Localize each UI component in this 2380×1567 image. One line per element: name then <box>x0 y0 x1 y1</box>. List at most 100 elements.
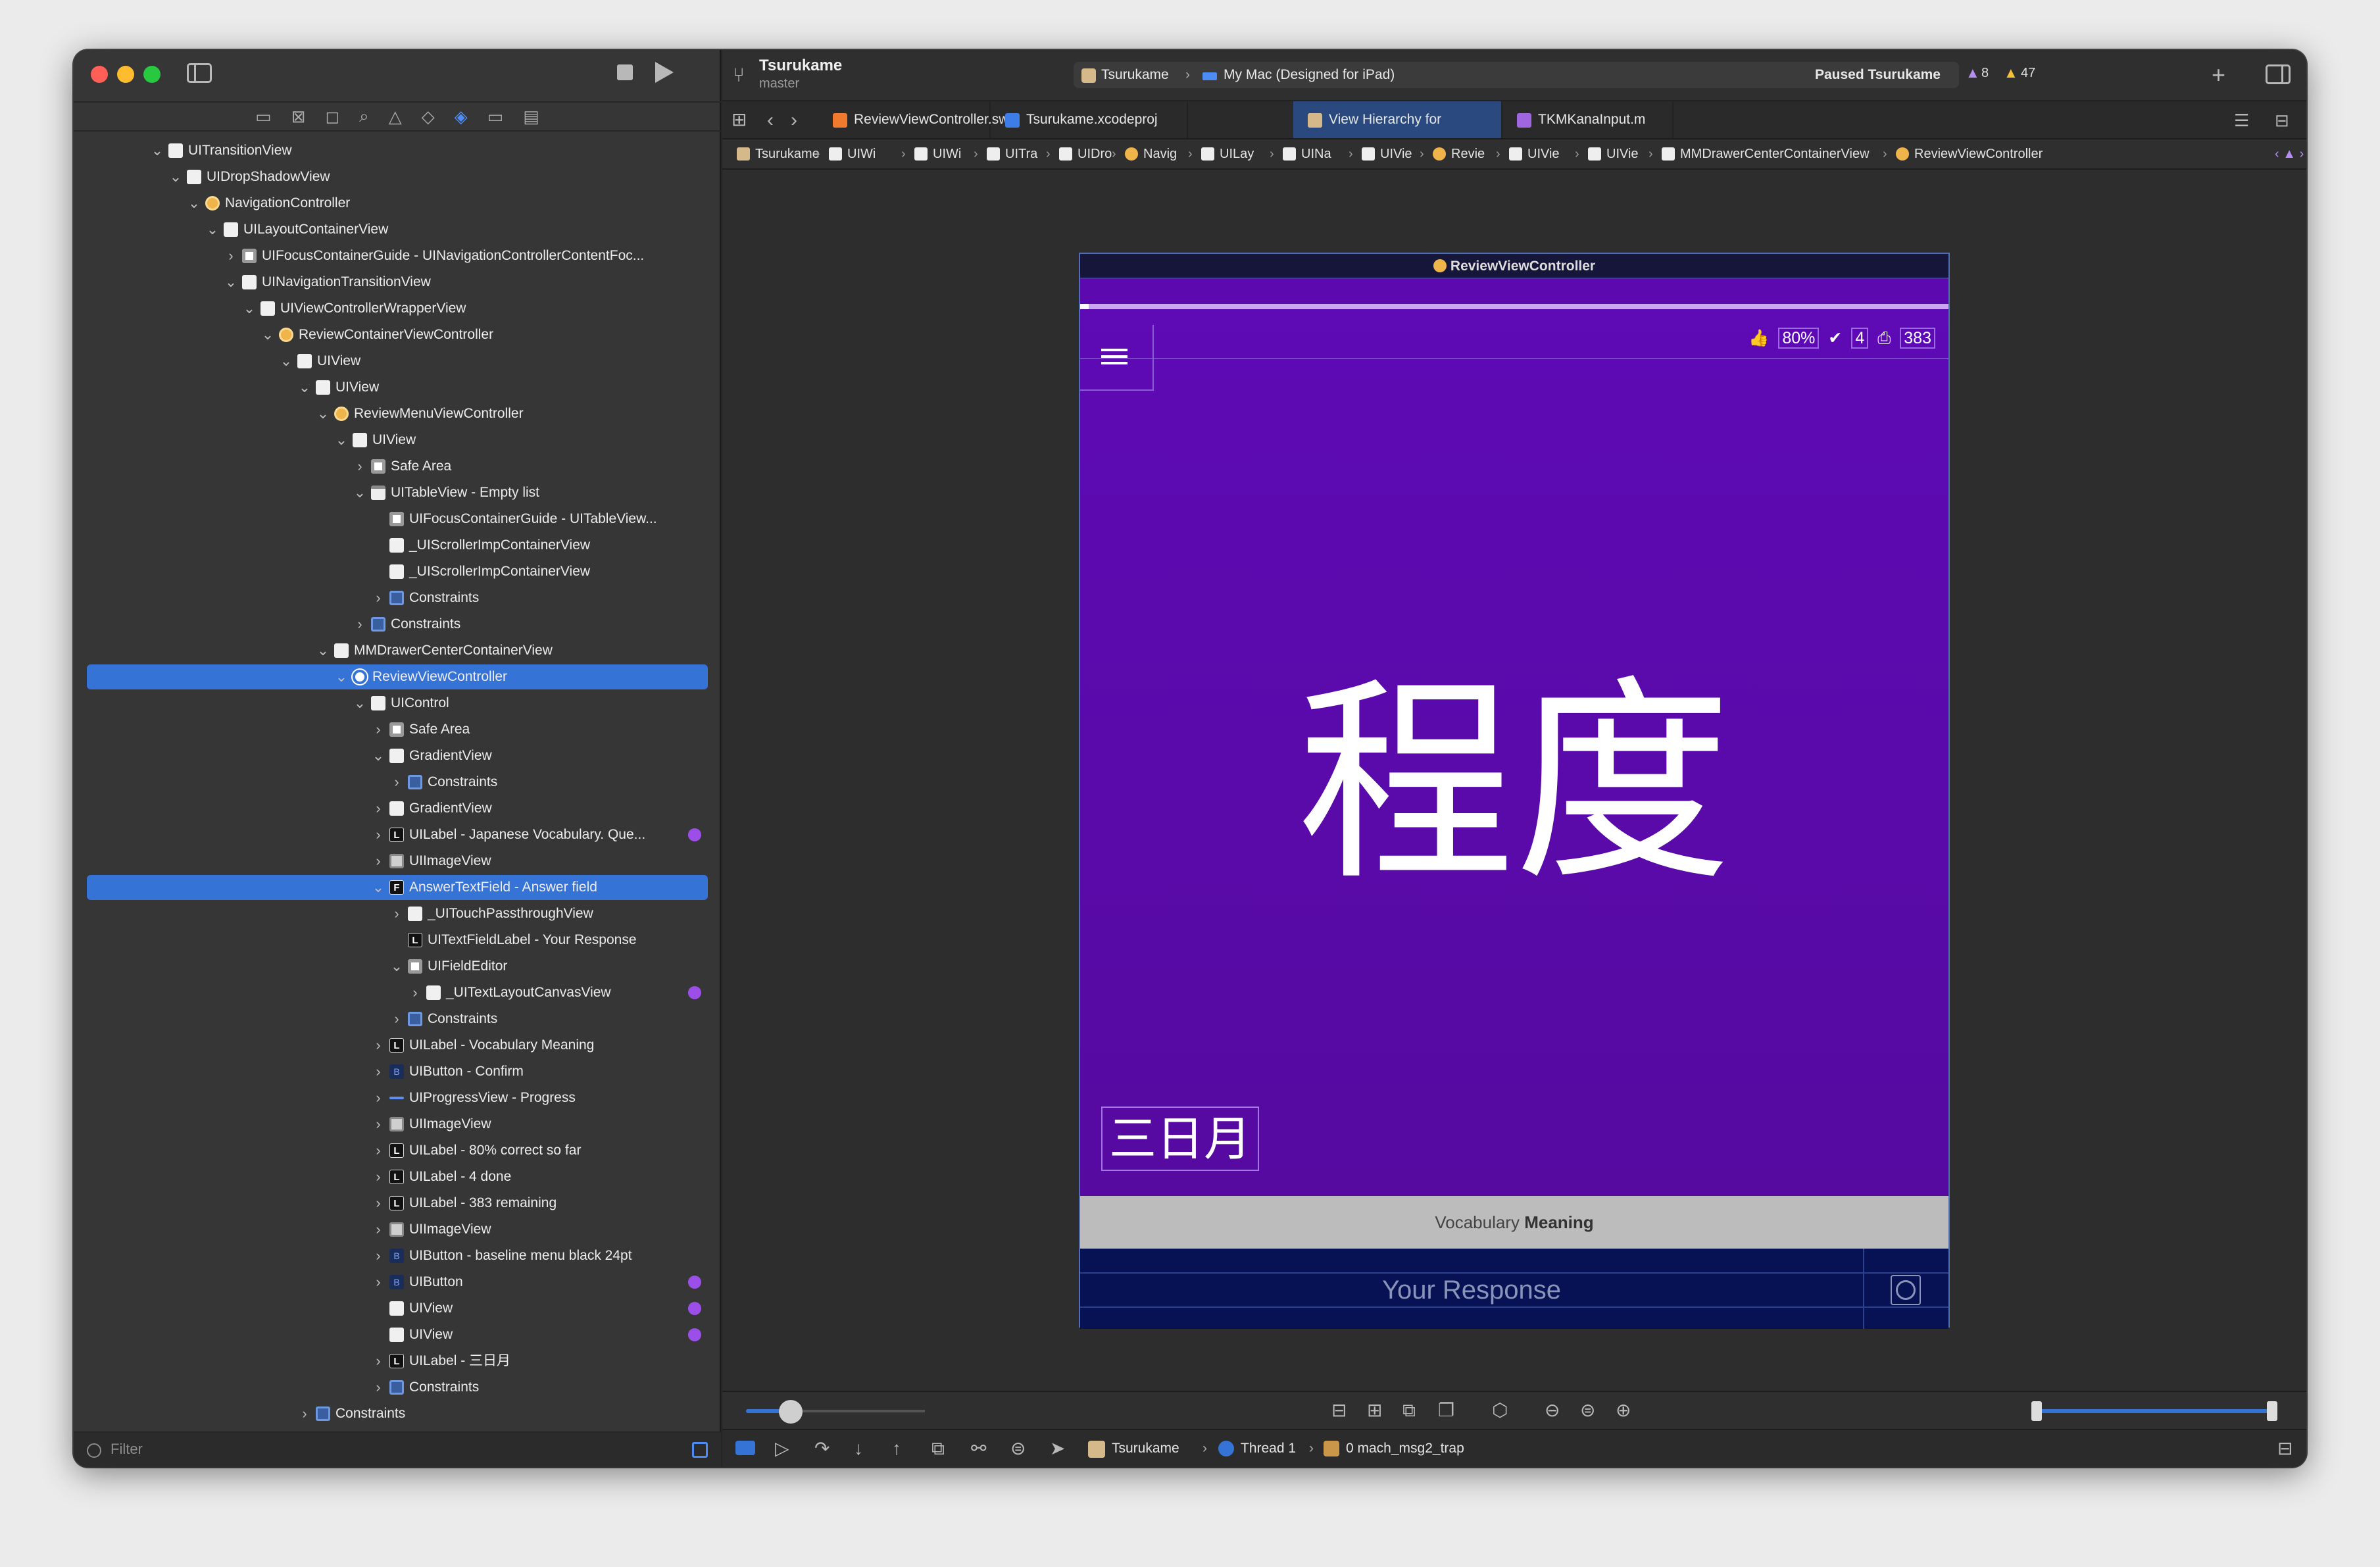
tree-row[interactable]: ⌄ UITableView - Empty list <box>87 480 708 505</box>
tree-row[interactable]: ⌄ ReviewContainerViewController <box>87 322 708 347</box>
tree-row[interactable]: › Constraints <box>87 1375 708 1400</box>
disclosure-open-icon[interactable]: ⌄ <box>150 138 164 163</box>
jump-bar-item[interactable]: UIDro <box>1078 139 1112 168</box>
tree-row[interactable]: ⌄ UIControl <box>87 691 708 716</box>
tree-row[interactable]: › L UILabel - 三日月 <box>87 1349 708 1374</box>
disclosure-closed-icon[interactable]: › <box>371 1085 385 1110</box>
scheme-activity-bar[interactable]: Tsurukame › My Mac (Designed for iPad) P… <box>1074 62 1959 88</box>
tree-row[interactable]: › B UIButton - baseline menu black 24pt <box>87 1243 708 1268</box>
disclosure-open-icon[interactable]: ⌄ <box>205 217 220 242</box>
step-out-icon[interactable]: ↑ <box>892 1439 901 1458</box>
disclosure-closed-icon[interactable]: › <box>297 1401 312 1426</box>
menu-button[interactable] <box>1080 325 1154 391</box>
test-icon[interactable]: ◇ <box>422 107 435 127</box>
console-toggle-icon[interactable]: ⊟ <box>2277 1439 2293 1458</box>
disclosure-closed-icon[interactable]: › <box>389 901 404 926</box>
jump-bar-item[interactable]: UIVie <box>1606 139 1639 168</box>
scheme-name[interactable]: Tsurukame <box>1101 62 1169 88</box>
tree-row[interactable]: › Constraints <box>87 612 708 637</box>
tree-row[interactable]: ⌄ ReviewViewController <box>87 664 708 689</box>
disclosure-open-icon[interactable]: ⌄ <box>168 164 183 189</box>
error-count[interactable]: 8 <box>1981 66 1989 81</box>
disclosure-open-icon[interactable]: ⌄ <box>353 480 367 505</box>
tree-row[interactable]: ⌄ UILayoutContainerView <box>87 217 708 242</box>
disclosure-open-icon[interactable]: ⌄ <box>371 875 385 900</box>
forward-icon[interactable]: › <box>791 111 797 130</box>
jump-bar-item[interactable]: MMDrawerCenterContainerView <box>1680 139 1870 168</box>
disclosure-closed-icon[interactable]: › <box>371 1191 385 1216</box>
back-icon[interactable]: ‹ <box>767 111 774 130</box>
tree-row[interactable]: › L UILabel - 80% correct so far <box>87 1138 708 1163</box>
jump-bar-item[interactable]: ReviewViewController <box>1914 139 2043 168</box>
runtime-issue-icon[interactable] <box>688 1302 701 1315</box>
tree-row[interactable]: › L UILabel - 4 done <box>87 1164 708 1189</box>
disclosure-closed-icon[interactable]: › <box>353 454 367 479</box>
disclosure-closed-icon[interactable]: › <box>371 1164 385 1189</box>
disclosure-closed-icon[interactable]: › <box>353 612 367 637</box>
warning-icon[interactable]: △ <box>389 107 402 127</box>
tree-row[interactable]: › B UIButton - Confirm <box>87 1059 708 1084</box>
tree-row[interactable]: UIView <box>87 1296 708 1321</box>
disclosure-closed-icon[interactable]: › <box>371 585 385 610</box>
tree-row[interactable]: › UIImageView <box>87 1112 708 1137</box>
disclosure-closed-icon[interactable]: › <box>408 980 422 1005</box>
disclosure-open-icon[interactable]: ⌄ <box>334 428 349 453</box>
clip-content-icon[interactable]: ⊟ <box>1331 1401 1347 1420</box>
tree-row[interactable]: › _UITextLayoutCanvasView <box>87 980 708 1005</box>
disclosure-closed-icon[interactable]: › <box>224 243 238 268</box>
tree-row[interactable]: › Constraints <box>87 1007 708 1032</box>
jump-bar-item[interactable]: Navig <box>1143 139 1177 168</box>
tree-row[interactable]: _UIScrollerImpContainerView <box>87 559 708 584</box>
tree-row[interactable]: ⌄ UINavigationTransitionView <box>87 270 708 295</box>
tree-row[interactable]: › GradientView <box>87 796 708 821</box>
jump-bar-item[interactable]: Revie <box>1451 139 1485 168</box>
disclosure-open-icon[interactable]: ⌄ <box>279 349 293 374</box>
location-icon[interactable]: ➤ <box>1050 1439 1065 1458</box>
debug-frame[interactable]: 0 mach_msg2_trap <box>1346 1430 1464 1467</box>
tree-row[interactable]: ⌄ UIFieldEditor <box>87 954 708 979</box>
jump-bar-item[interactable]: UIVie <box>1527 139 1560 168</box>
orient-3d-icon[interactable]: ⬡ <box>1492 1401 1508 1420</box>
disclosure-open-icon[interactable]: ⌄ <box>187 191 201 216</box>
tree-row[interactable]: › L UILabel - 383 remaining <box>87 1191 708 1216</box>
review-screen-snapshot[interactable]: ReviewViewController 👍 80% ✔ 4 ⎙ 383 程度 <box>1079 253 1950 1329</box>
disclosure-open-icon[interactable]: ⌄ <box>389 954 404 979</box>
debug-scheme[interactable]: Tsurukame <box>1112 1430 1179 1467</box>
spacing-slider-track[interactable] <box>787 1410 925 1412</box>
tree-row[interactable]: ⌄ UIView <box>87 375 708 400</box>
tree-row[interactable]: › Constraints <box>87 770 708 795</box>
disclosure-closed-icon[interactable]: › <box>389 1007 404 1032</box>
editor-tab[interactable]: TKMKanaInput.m <box>1502 101 1673 138</box>
destination-name[interactable]: My Mac (Designed for iPad) <box>1224 62 1395 88</box>
jump-bar-item[interactable]: UIVie <box>1380 139 1412 168</box>
disclosure-open-icon[interactable]: ⌄ <box>260 322 275 347</box>
zoom-in-icon[interactable]: ⊕ <box>1616 1401 1631 1420</box>
report-icon[interactable]: ▤ <box>523 107 539 127</box>
tree-row[interactable]: ⌄ GradientView <box>87 743 708 768</box>
range-slider-max-handle[interactable] <box>2267 1401 2277 1421</box>
filter-input[interactable]: Filter <box>111 1441 143 1458</box>
tree-row[interactable]: › Constraints <box>87 585 708 610</box>
memory-graph-icon[interactable]: ⚯ <box>971 1439 986 1458</box>
disclosure-open-icon[interactable]: ⌄ <box>316 638 330 663</box>
jump-bar-item[interactable]: Tsurukame <box>755 139 820 168</box>
minimize-window-button[interactable] <box>117 66 134 83</box>
answer-text-field[interactable]: Your Response <box>1080 1272 1863 1308</box>
add-icon[interactable]: + <box>2212 63 2225 87</box>
tree-row[interactable]: L UITextFieldLabel - Your Response <box>87 928 708 953</box>
editor-tab[interactable]: View Hierarchy for Tsurukame <box>1293 101 1502 164</box>
grid-icon[interactable]: ⊞ <box>731 111 747 129</box>
show-constraints-icon[interactable]: ⊞ <box>1367 1401 1382 1420</box>
run-button[interactable] <box>655 62 674 83</box>
jump-bar-item[interactable]: UILay <box>1220 139 1254 168</box>
disclosure-open-icon[interactable]: ⌄ <box>334 664 349 689</box>
tree-row[interactable]: ⌄ UIView <box>87 428 708 453</box>
warning-count[interactable]: 47 <box>2021 66 2035 81</box>
issue-navigator-icon[interactable]: ‹ ▲ › <box>2275 139 2304 168</box>
step-into-icon[interactable]: ↓ <box>854 1439 863 1458</box>
tree-row[interactable]: › _UITouchPassthroughView <box>87 901 708 926</box>
environment-icon[interactable]: ⊜ <box>1010 1439 1026 1458</box>
sidebar-toggle-icon[interactable] <box>187 63 212 83</box>
tree-row[interactable]: _UIScrollerImpContainerView <box>87 533 708 558</box>
tree-row[interactable]: ⌄ ReviewMenuViewController <box>87 401 708 426</box>
